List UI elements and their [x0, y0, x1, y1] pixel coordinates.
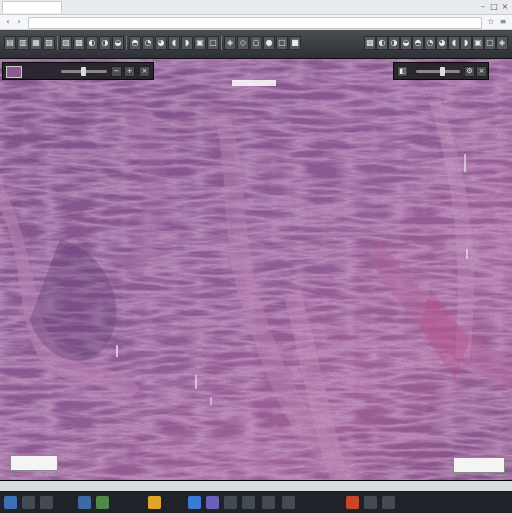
- status-bar: [0, 480, 512, 513]
- app-icon-generic[interactable]: [364, 496, 377, 509]
- info-icon[interactable]: ◔: [424, 36, 436, 50]
- app-icon-browser[interactable]: [188, 496, 201, 509]
- panel-close-icon[interactable]: ×: [476, 66, 487, 77]
- rect-icon[interactable]: ◖: [168, 36, 180, 50]
- help-icon[interactable]: ■: [289, 36, 301, 50]
- next-slide-icon[interactable]: ◐: [376, 36, 388, 50]
- task-view-icon[interactable]: [40, 496, 53, 509]
- zoom-in-icon[interactable]: +: [124, 66, 135, 77]
- text-icon[interactable]: ◕: [155, 36, 167, 50]
- export-icon[interactable]: ▢: [484, 36, 496, 50]
- freehand-icon[interactable]: ▢: [207, 36, 219, 50]
- left-nav-panel: − + ×: [2, 62, 154, 80]
- toolbar-separator: [221, 36, 222, 50]
- fullscreen-icon[interactable]: ◕: [436, 36, 448, 50]
- toolbar-separator: [126, 36, 127, 50]
- app-icon-generic[interactable]: [242, 496, 255, 509]
- open-icon[interactable]: ▤: [4, 36, 16, 50]
- ellipse-icon[interactable]: ◗: [181, 36, 193, 50]
- app-icon-explorer[interactable]: [78, 496, 91, 509]
- fit-icon[interactable]: ▩: [73, 36, 85, 50]
- opacity-slider-track[interactable]: [416, 70, 460, 73]
- browser-title-bar: – □ ×: [0, 0, 512, 15]
- close-icon[interactable]: ◖: [448, 36, 460, 50]
- start-icon[interactable]: [4, 496, 17, 509]
- browser-menu-icon[interactable]: ≡: [498, 17, 508, 27]
- app-icon-generic[interactable]: [224, 496, 237, 509]
- app-icon-generic[interactable]: [262, 496, 275, 509]
- slide-viewport[interactable]: − + × ◧ ⚙ ×: [0, 59, 512, 480]
- zoom-slider-handle[interactable]: [81, 67, 86, 76]
- close-window-icon[interactable]: ×: [500, 2, 510, 12]
- back-icon[interactable]: ‹: [3, 17, 13, 27]
- opacity-slider-handle[interactable]: [440, 67, 445, 76]
- address-bar: ‹ › ☆ ≡: [0, 15, 512, 30]
- taskbar: [0, 492, 512, 513]
- menu-icon[interactable]: ◗: [460, 36, 472, 50]
- right-nav-panel: ◧ ⚙ ×: [393, 62, 489, 80]
- zoom-box-icon[interactable]: ◈: [496, 36, 508, 50]
- scale-bar-left: [10, 455, 58, 471]
- zoom-in-icon[interactable]: ▧: [43, 36, 55, 50]
- annotate-icon[interactable]: ◔: [142, 36, 154, 50]
- arrow-icon[interactable]: ▣: [194, 36, 206, 50]
- app-icon-excel[interactable]: [96, 496, 109, 509]
- color-icon[interactable]: ◈: [224, 36, 236, 50]
- app-icon-red[interactable]: [346, 496, 359, 509]
- ruler-icon[interactable]: ◓: [129, 36, 141, 50]
- grid-icon[interactable]: ○: [250, 36, 262, 50]
- maximize-icon[interactable]: □: [489, 2, 499, 12]
- toolbar-separator: [57, 36, 58, 50]
- select-icon[interactable]: ◒: [112, 36, 124, 50]
- snapshot-icon[interactable]: ●: [263, 36, 275, 50]
- app-icon-generic[interactable]: [282, 496, 295, 509]
- panel-close-icon[interactable]: ×: [139, 66, 150, 77]
- histology-slide-image[interactable]: [0, 59, 512, 480]
- save-icon[interactable]: ▥: [17, 36, 29, 50]
- minimize-icon[interactable]: –: [478, 2, 488, 12]
- layer-icon[interactable]: ◧: [397, 66, 408, 77]
- scale-bar-right: [453, 457, 505, 473]
- browser-tab[interactable]: [2, 1, 62, 13]
- share-icon[interactable]: ▣: [472, 36, 484, 50]
- bookmark-icon[interactable]: ☆: [486, 17, 496, 27]
- layers-icon[interactable]: ◇: [237, 36, 249, 50]
- prev-slide-icon[interactable]: ▩: [364, 36, 376, 50]
- first-icon[interactable]: ◑: [388, 36, 400, 50]
- settings-icon[interactable]: □: [276, 36, 288, 50]
- last-icon[interactable]: ◒: [400, 36, 412, 50]
- print-icon[interactable]: ▦: [30, 36, 42, 50]
- rotate-icon[interactable]: ◐: [86, 36, 98, 50]
- status-strip: [0, 481, 512, 491]
- toolbar-row: ▤ ▥ ▦ ▧ ▨ ▩ ◐ ◑ ◒ ◓ ◔ ◕ ◖ ◗ ▣ ▢ ◈ ◇ ○ ● □ ■ ▩ ◐ ◑ ◒ ◓ ◔ ◕ ◖ ◗ ▣ ▢ ◈: [0, 36, 512, 52]
- viewer-toolbar: ▤ ▥ ▦ ▧ ▨ ▩ ◐ ◑ ◒ ◓ ◔ ◕ ◖ ◗ ▣ ▢ ◈ ◇ ○ ● □ ■ ▩ ◐ ◑ ◒ ◓ ◔ ◕ ◖ ◗ ▣ ▢ ◈: [0, 30, 512, 59]
- zoom-out-icon[interactable]: −: [111, 66, 122, 77]
- viewport-top-label: [232, 80, 276, 86]
- url-input[interactable]: [28, 17, 482, 29]
- zoom-out-icon[interactable]: ▨: [60, 36, 72, 50]
- refresh-icon[interactable]: ◓: [412, 36, 424, 50]
- pan-icon[interactable]: ◑: [99, 36, 111, 50]
- slide-thumbnail[interactable]: [6, 66, 22, 78]
- search-icon[interactable]: [22, 496, 35, 509]
- forward-icon[interactable]: ›: [14, 17, 24, 27]
- settings-icon[interactable]: ⚙: [464, 66, 475, 77]
- app-icon-viewer[interactable]: [206, 496, 219, 509]
- app-icon-folder[interactable]: [148, 496, 161, 509]
- app-icon-generic[interactable]: [382, 496, 395, 509]
